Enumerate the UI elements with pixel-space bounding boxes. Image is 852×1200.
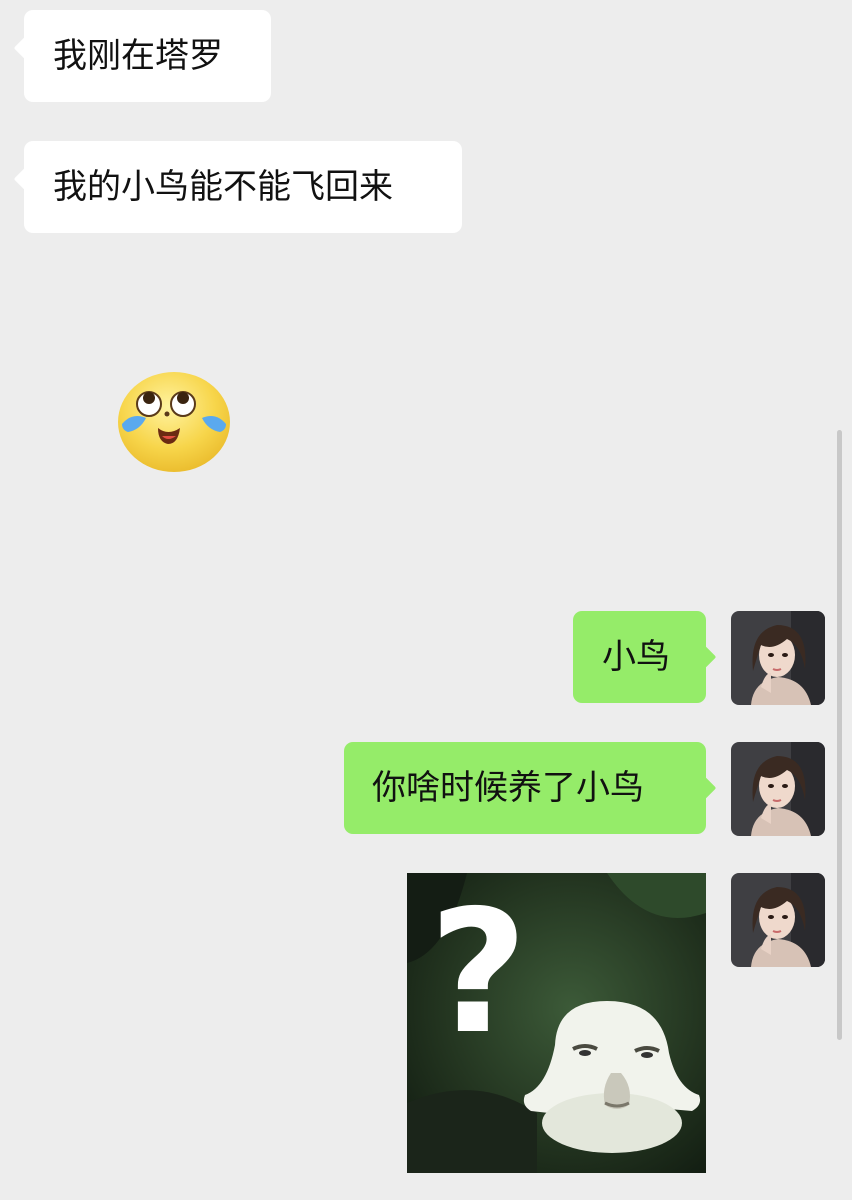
message-text: 我刚在塔罗	[53, 36, 223, 76]
question-mark-blob-sticker[interactable]: ?	[407, 873, 706, 1173]
bubble-tail	[13, 36, 37, 60]
incoming-message[interactable]: 我的小鸟能不能飞回来	[13, 141, 462, 233]
question-mark-glyph: ?	[429, 874, 528, 1072]
bubble-tail	[13, 167, 37, 191]
crying-laughing-emoji[interactable]	[116, 370, 232, 474]
message-text: 你啥时候养了小鸟	[372, 768, 644, 808]
outgoing-message[interactable]: 你啥时候养了小鸟	[344, 742, 717, 834]
scrollbar[interactable]	[837, 430, 842, 1040]
bubble-tail	[693, 776, 717, 800]
user-avatar[interactable]	[731, 742, 825, 836]
user-avatar[interactable]	[731, 873, 825, 967]
message-text: 小鸟	[602, 637, 670, 677]
user-avatar[interactable]	[731, 611, 825, 705]
chat-window: 我刚在塔罗 我的小鸟能不能飞回来 小鸟 你啥时候养了小鸟 ?	[0, 0, 852, 1200]
outgoing-message[interactable]: 小鸟	[573, 611, 717, 703]
message-text: 我的小鸟能不能飞回来	[53, 167, 393, 207]
incoming-message[interactable]: 我刚在塔罗	[13, 10, 271, 102]
bubble-tail	[693, 645, 717, 669]
